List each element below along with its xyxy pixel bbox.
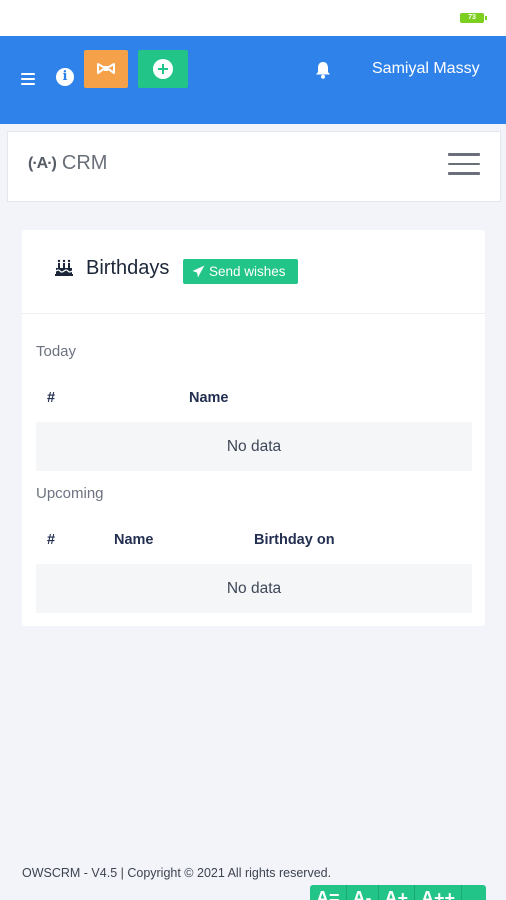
upcoming-header-name: Name <box>114 532 154 548</box>
today-header-index: # <box>47 390 56 406</box>
cake-icon <box>55 259 73 276</box>
footer-copyright: OWSCRM - V4.5 | Copyright © 2021 All rig… <box>22 866 332 880</box>
card-header: Birthdays Send wishes <box>22 230 485 314</box>
font-increase-more-button[interactable]: A++ <box>415 885 463 900</box>
ribbon-button[interactable] <box>84 50 128 88</box>
plus-circle-icon <box>153 59 173 79</box>
user-name[interactable]: Samiyal Massy <box>372 60 480 78</box>
upcoming-empty-row: No data <box>36 564 472 613</box>
upcoming-label: Upcoming <box>36 485 104 502</box>
menu-icon[interactable] <box>21 73 35 85</box>
add-button[interactable] <box>138 50 188 88</box>
today-empty-text: No data <box>226 438 282 455</box>
antenna-icon: (·A·) <box>28 154 57 172</box>
menu-toggle-icon[interactable] <box>448 153 480 175</box>
card-title: Birthdays <box>86 257 170 279</box>
font-increase-button[interactable]: A+ <box>379 885 416 900</box>
send-wishes-label: Send wishes <box>209 264 286 279</box>
send-wishes-button[interactable]: Send wishes <box>183 259 298 284</box>
font-size-controls: A= A- A+ A++ <box>310 885 486 900</box>
paper-plane-icon <box>192 265 205 278</box>
upcoming-empty-text: No data <box>226 580 282 597</box>
upcoming-header-birthday: Birthday on <box>254 532 335 548</box>
ribbon-icon <box>97 63 115 74</box>
font-decrease-button[interactable]: A- <box>347 885 379 900</box>
top-navbar: i Samiyal Massy <box>0 36 506 124</box>
crm-logo[interactable]: (·A·) CRM <box>28 152 107 175</box>
today-label: Today <box>36 343 77 360</box>
today-header-name: Name <box>189 390 229 406</box>
crm-title: CRM <box>61 152 108 174</box>
font-reset-button[interactable]: A= <box>310 885 347 900</box>
upcoming-header-index: # <box>47 532 56 548</box>
crm-header: (·A·) CRM <box>7 131 501 202</box>
battery-icon: 73 <box>460 13 487 23</box>
birthdays-card: Birthdays Send wishes Today # Name No da… <box>22 230 485 626</box>
bell-icon[interactable] <box>313 60 333 80</box>
info-icon[interactable]: i <box>56 68 74 86</box>
today-empty-row: No data <box>36 422 472 471</box>
status-bar: 73 <box>0 0 506 36</box>
